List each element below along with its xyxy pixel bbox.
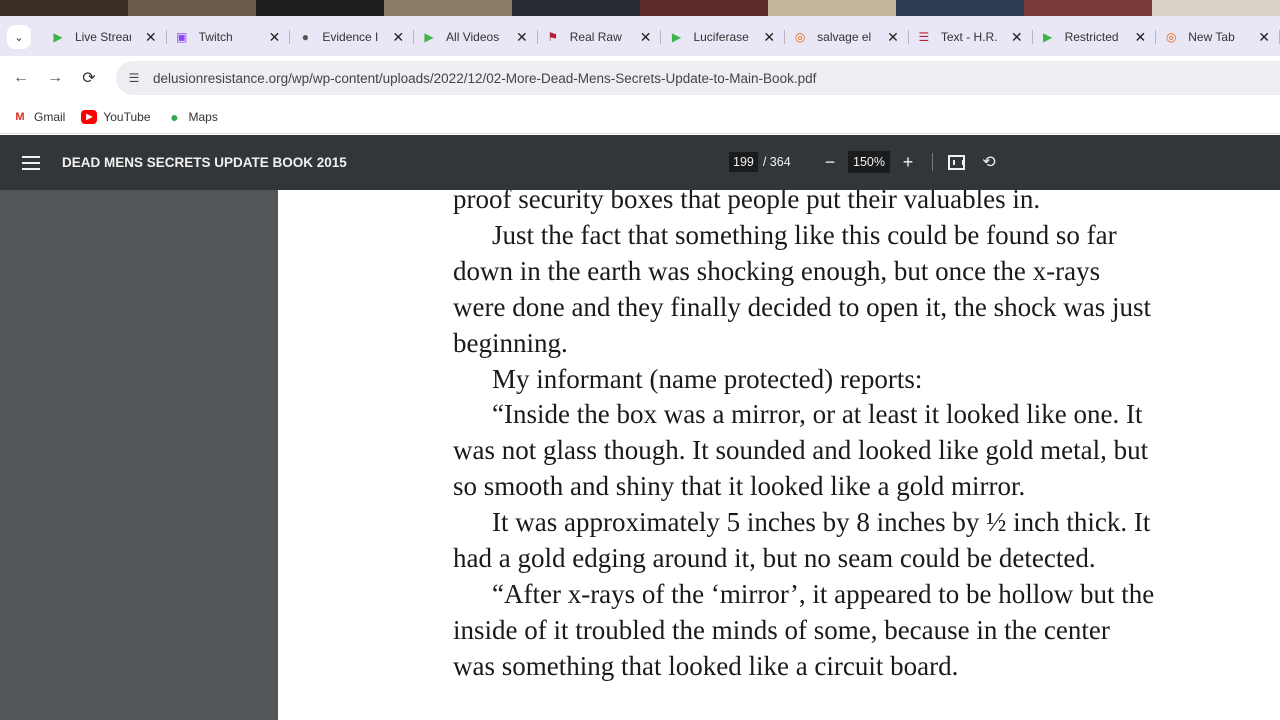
bookmarks-bar: M Gmail ▶ YouTube ● Maps [0,100,1280,134]
tab-2[interactable]: ● Evidence I ✕ [290,22,414,52]
text-line: It was approximately 5 inches by 8 inche… [492,507,1151,538]
tab-8[interactable]: ▶ Restricted ✕ [1033,22,1157,52]
zoom-level-input[interactable]: 150% [848,151,890,173]
arrow-right-icon: → [47,69,63,86]
browser-toolbar: ← → ⟳ ☰ delusionresistance.org/wp/wp-con… [0,56,1280,100]
toolbar-divider [931,153,933,171]
close-icon[interactable]: ✕ [145,29,157,46]
play-icon: ▶ [671,30,682,44]
page-selector: 199 / 364 [729,152,791,172]
tab-0[interactable]: ▶ Live Stream ✕ [43,22,167,52]
close-icon[interactable]: ✕ [1011,29,1023,46]
pdf-sidebar [0,190,278,720]
bookmark-gmail[interactable]: M Gmail [12,110,65,124]
reload-icon: ⟳ [82,70,96,87]
text-line: Just the fact that something like this c… [492,219,1117,250]
zoom-in-button[interactable]: + [898,149,918,175]
maps-pin-icon: ● [170,108,179,125]
tab-9[interactable]: ◎ New Tab ✕ [1156,22,1280,52]
zoom-controls: − 150% + ⟲ [820,149,1011,175]
tab-list: ⌄ ▶ Live Stream ✕ ▣ Twitch ✕ ● Evidence … [0,18,1280,56]
fit-page-icon [948,154,966,170]
tab-7[interactable]: ☰ Text - H.R. ✕ [909,22,1033,52]
page-number-input[interactable]: 199 [729,152,758,172]
bookmark-maps[interactable]: ● Maps [167,108,218,125]
bookmark-label: YouTube [103,109,151,124]
text-line: was not glass though. It sounded and loo… [453,435,1149,466]
close-icon[interactable]: ✕ [887,29,899,46]
text-line: had a gold edging around it, but no seam… [453,543,1096,574]
text-line: beginning. [453,327,568,358]
text-line: My informant (name protected) reports: [492,363,923,394]
tab-title: New Tab [1188,30,1235,44]
tab-title: Evidence I [322,30,379,44]
site-settings-icon[interactable]: ☰ [124,68,144,88]
globe-icon: ● [301,30,309,44]
brave-icon: ◎ [1166,30,1177,44]
close-icon[interactable]: ✕ [1258,29,1270,46]
tab-4[interactable]: ⚑ Real Raw N ✕ [538,22,662,52]
tab-search-button[interactable]: ⌄ [7,25,31,49]
close-icon[interactable]: ✕ [392,29,404,46]
bookmark-youtube[interactable]: ▶ YouTube [81,109,151,124]
bookmark-label: Maps [188,109,218,124]
tab-title: Text - H.R. [940,30,997,44]
tab-3[interactable]: ▶ All Videos ✕ [414,22,538,52]
bookmark-label: Gmail [34,109,66,124]
address-bar[interactable]: ☰ delusionresistance.org/wp/wp-content/u… [116,61,1280,95]
play-icon: ▶ [424,30,434,44]
close-icon[interactable]: ✕ [1135,29,1147,46]
text-line: “After x-rays of the ‘mirror’, it appear… [492,578,1155,609]
webcam-overlay-strip [0,0,1280,16]
tab-5[interactable]: ▶ Luciferase ✕ [661,22,785,52]
tab-title: Restricted [1064,30,1119,44]
arrow-left-icon: ← [13,69,29,86]
gmail-icon: M [15,110,25,123]
text-line: was something that looked like a circuit… [453,650,959,681]
pdf-toolbar: DEAD MENS SECRETS UPDATE BOOK 2015 199 /… [0,135,1280,190]
text-line: were done and they finally decided to op… [453,291,1152,322]
close-icon[interactable]: ✕ [640,29,652,46]
menu-icon[interactable] [22,155,40,170]
document-title: DEAD MENS SECRETS UPDATE BOOK 2015 [62,155,347,170]
tab-1[interactable]: ▣ Twitch ✕ [167,22,291,52]
twitch-icon: ▣ [175,30,188,44]
close-icon[interactable]: ✕ [516,29,528,46]
youtube-icon: ▶ [81,109,98,124]
tab-title: All Videos [446,30,500,44]
close-icon[interactable]: ✕ [763,29,775,46]
play-icon: ▶ [53,30,63,44]
reload-button[interactable]: ⟳ [72,61,106,95]
url-text: delusionresistance.org/wp/wp-content/upl… [153,70,817,86]
fit-page-button[interactable] [947,152,967,172]
tab-title: salvage el [817,30,872,44]
chevron-down-icon: ⌄ [14,31,24,44]
tab-6[interactable]: ◎ salvage el ✕ [785,22,909,52]
forward-button[interactable]: → [38,61,72,95]
rotate-button[interactable]: ⟲ [979,152,999,172]
text-line: proof security boxes that people put the… [453,190,1041,214]
play-icon: ▶ [1042,30,1053,44]
page-total: / 364 [762,155,791,169]
tab-title: Real Raw N [569,30,626,44]
tab-title: Live Stream [74,30,131,44]
zoom-out-button[interactable]: − [820,149,840,175]
flag-icon: ⚑ [547,30,559,44]
tab-title: Twitch [198,30,233,44]
text-line: “Inside the box was a mirror, or at leas… [492,399,1143,430]
page-text: proof security boxes that people put the… [453,190,1273,685]
us-flag-icon: ☰ [918,30,930,44]
browser-tab-strip: ⌄ ▶ Live Stream ✕ ▣ Twitch ✕ ● Evidence … [0,0,1280,56]
text-line: inside of it troubled the minds of some,… [453,614,1110,645]
tab-title: Luciferase [693,30,749,44]
pdf-page: proof security boxes that people put the… [278,190,1280,720]
text-line: so smooth and shiny that it looked like … [453,471,1026,502]
close-icon[interactable]: ✕ [269,29,281,46]
text-line: down in the earth was shocking enough, b… [453,255,1101,286]
brave-icon: ◎ [794,30,806,44]
rotate-icon: ⟲ [982,154,996,171]
back-button[interactable]: ← [4,61,38,95]
